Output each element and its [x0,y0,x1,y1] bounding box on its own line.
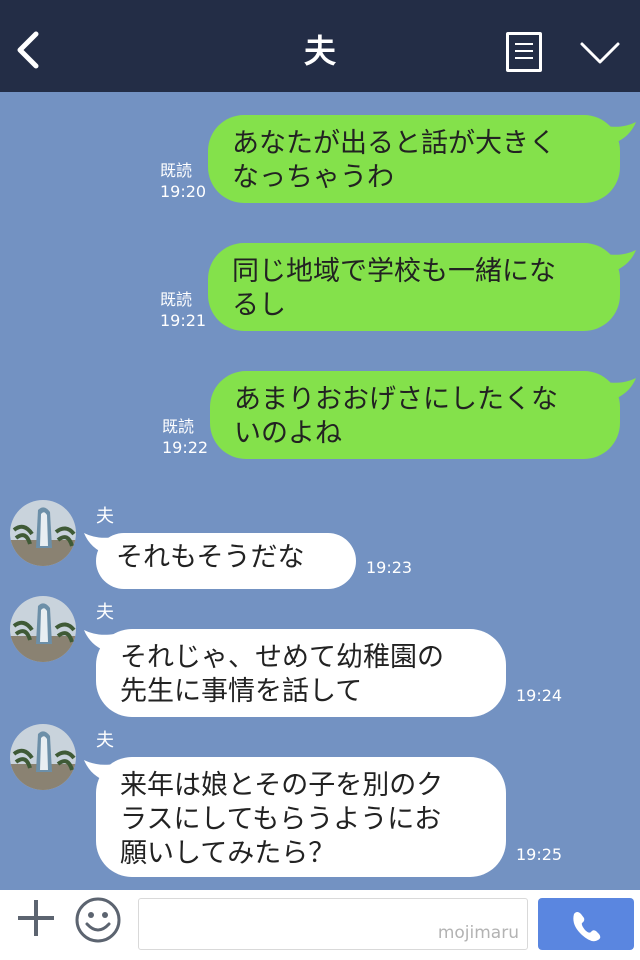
message-text: あまりおおげさにしたくな [234,384,558,415]
message-time: 19:21 [160,311,207,330]
message-time: 19:23 [366,558,413,577]
smiley-icon[interactable] [74,896,122,944]
message-bubble[interactable]: 来年は娘とその子を別のク ラスにしてもらうようにお 願いしてみたら？ [96,757,506,877]
message-time: 19:22 [162,438,209,457]
message-text: 先生に事情を話して [120,676,363,707]
message-text: 同じ地域で学校も一緒にな [232,256,556,287]
message-input[interactable]: mojimaru [138,898,528,950]
message-bubble[interactable]: あなたが出ると話が大きく なっちゃうわ [208,115,620,203]
avatar[interactable] [10,500,76,566]
chevron-down-icon[interactable] [578,38,622,68]
bubble-tail [606,250,636,272]
message-text: 来年は娘とその子を別のク [120,770,444,801]
menu-list-icon[interactable] [506,32,542,72]
message-time: 19:25 [516,845,563,864]
chat-header: 夫 [0,0,640,92]
message-text: あなたが出ると話が大きく [232,128,556,159]
message-time: 19:20 [160,182,207,201]
message-text: それじゃ、せめて幼稚園の [120,642,444,673]
message-bubble[interactable]: 同じ地域で学校も一緒にな るし [208,243,620,331]
message-text: なっちゃうわ [232,162,394,193]
input-bar: mojimaru [0,890,640,960]
watermark: mojimaru [437,923,519,943]
message-text: 願いしてみたら？ [120,838,336,869]
bubble-tail [606,122,636,144]
read-receipt: 既読 [160,161,193,180]
chat-title: 夫 [303,32,336,70]
read-receipt: 既読 [160,290,193,309]
message-text: るし [232,290,286,321]
message-text: それもそうだな [116,542,305,573]
call-button[interactable] [538,898,634,950]
bubble-tail [606,378,636,400]
avatar[interactable] [10,724,76,790]
read-receipt: 既読 [162,417,195,436]
sender-name: 夫 [96,506,114,527]
phone-icon [573,912,601,942]
message-time: 19:24 [516,686,563,705]
avatar[interactable] [10,596,76,662]
sender-name: 夫 [96,730,114,751]
message-bubble[interactable]: それもそうだな [96,533,356,589]
sender-name: 夫 [96,602,114,623]
message-bubble[interactable]: あまりおおげさにしたくな いのよね [210,371,620,459]
plus-icon[interactable] [16,898,56,938]
message-text: いのよね [234,418,342,449]
message-bubble[interactable]: それじゃ、せめて幼稚園の 先生に事情を話して [96,629,506,717]
message-text: ラスにしてもらうようにお [120,804,442,835]
